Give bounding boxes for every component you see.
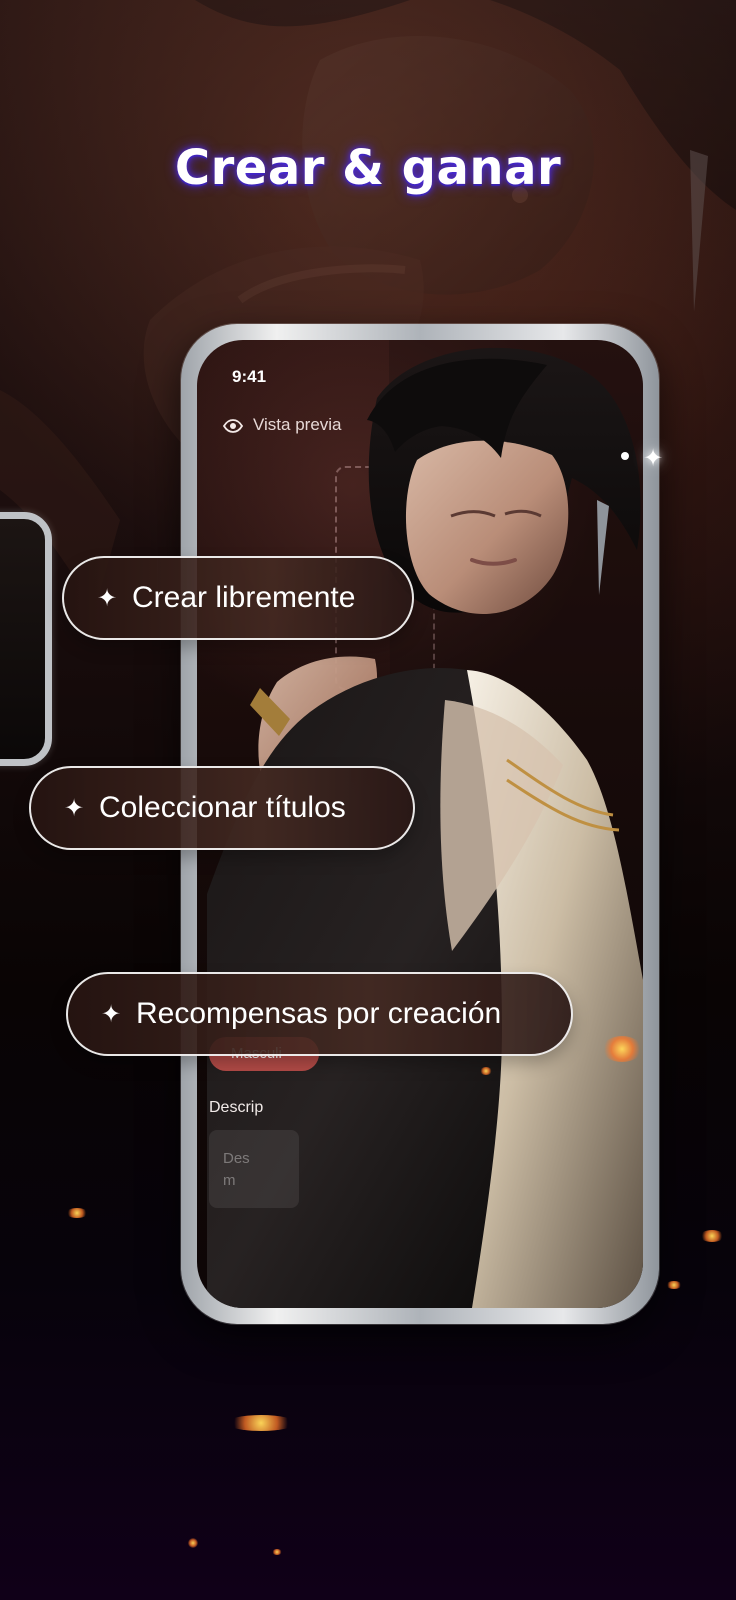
ember-particle [272, 1549, 282, 1555]
description-label: Descrip [209, 1099, 264, 1116]
sparkle-icon: ✦ [63, 794, 85, 822]
description-placeholder-line-2: m [223, 1172, 236, 1189]
feature-label: Recompensas por creación [136, 997, 502, 1030]
feature-pill-create-freely: ✦ Crear libremente [62, 556, 414, 640]
feature-label: Crear libremente [132, 581, 356, 614]
ember-particle [188, 1538, 198, 1548]
side-phone-preview [0, 512, 52, 766]
feature-pill-collect-titles: ✦ Coleccionar títulos [29, 766, 415, 850]
ember-particle [480, 1067, 492, 1075]
sparkle-icon: ✦ [100, 1000, 122, 1028]
sparkle-icon: ✦ [642, 445, 664, 472]
promo-screen: Crear & ganar 9:41 Vista previa Descrip … [0, 0, 736, 1600]
headline-title: Crear & ganar [174, 140, 562, 196]
sparkle-icon: ✦ [96, 584, 118, 612]
description-input[interactable]: Des m [209, 1130, 299, 1208]
ember-particle [66, 1208, 88, 1218]
feature-pill-creation-rewards: ✦ Recompensas por creación [66, 972, 573, 1056]
description-placeholder-line-1: Des [223, 1150, 250, 1167]
ember-particle [602, 1036, 642, 1062]
ember-particle [226, 1415, 296, 1431]
ember-particle [666, 1281, 682, 1289]
ember-particle [700, 1230, 724, 1242]
feature-label: Coleccionar títulos [99, 791, 346, 824]
